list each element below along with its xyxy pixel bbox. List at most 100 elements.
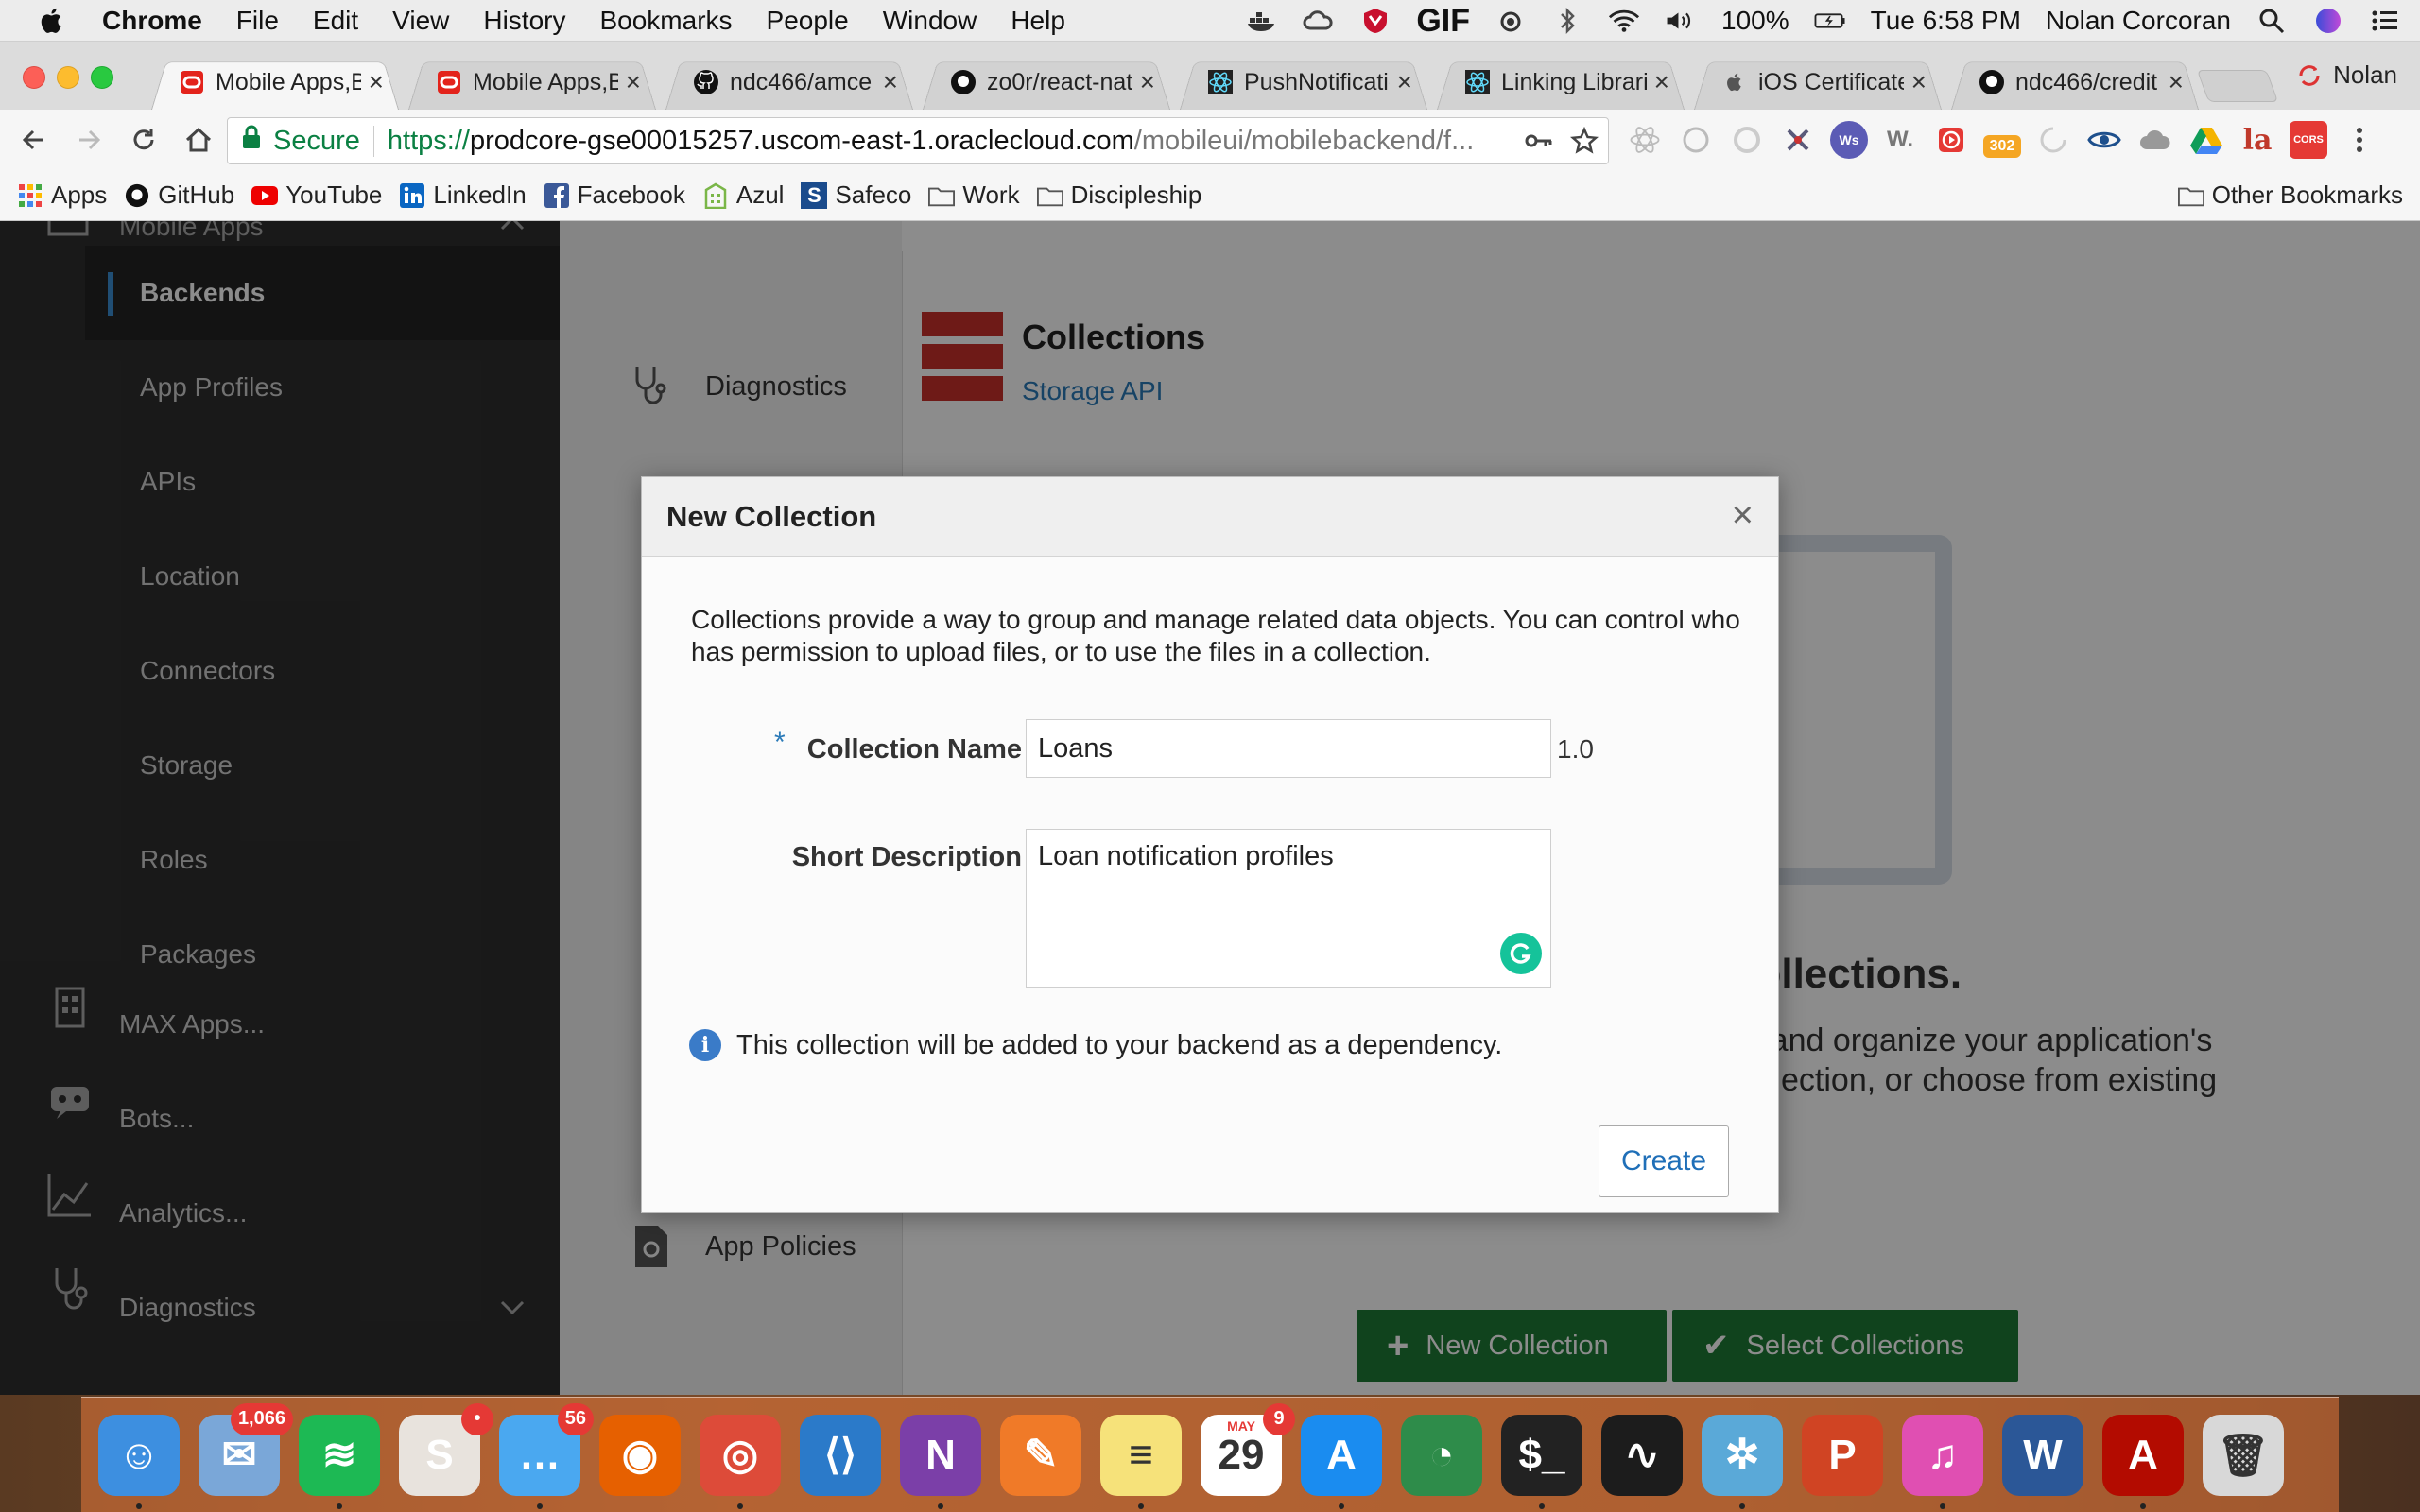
address-bar[interactable]: Secure https:// prodcore-gse00015257.usc… — [227, 117, 1609, 164]
menu-edit[interactable]: Edit — [313, 6, 358, 36]
menu-people[interactable]: People — [767, 6, 849, 36]
siri-icon[interactable] — [2312, 7, 2344, 35]
key-icon[interactable] — [1525, 131, 1553, 150]
notes-icon[interactable]: ≡ — [1100, 1414, 1182, 1509]
youtube-player-icon[interactable] — [1932, 121, 1970, 159]
menu-file[interactable]: File — [236, 6, 279, 36]
tab-close-icon[interactable]: × — [1397, 67, 1412, 97]
tab-linking-libraries[interactable]: Linking Librarie × — [1437, 55, 1685, 110]
profile-button[interactable]: Nolan — [2295, 60, 2397, 90]
tab-react-native-push[interactable]: zo0r/react-nat × — [923, 55, 1170, 110]
battery-icon[interactable] — [1814, 7, 1846, 35]
mail-icon[interactable]: ✉ 1,066 — [199, 1402, 293, 1496]
bookmark-work[interactable]: Work — [928, 180, 1020, 210]
tab-close-icon[interactable]: × — [1654, 67, 1669, 97]
finder-icon[interactable]: ☺ — [98, 1414, 180, 1509]
bookmark-linkedin[interactable]: LinkedIn — [399, 180, 527, 210]
tab-ndc466-credit[interactable]: ndc466/credit × — [1951, 55, 2199, 110]
trash-icon[interactable]: 🗑 — [2203, 1414, 2284, 1496]
creative-cloud-icon[interactable] — [1303, 7, 1335, 35]
mcafee-icon[interactable] — [1359, 7, 1392, 35]
notification-center-icon[interactable] — [2369, 7, 2401, 35]
app-menu-chrome[interactable]: Chrome — [102, 6, 202, 36]
tab-close-icon[interactable]: × — [2169, 67, 2184, 97]
cloud-extension-icon[interactable] — [2136, 121, 2174, 159]
chrome-menu-icon[interactable] — [2341, 121, 2378, 159]
home-button[interactable] — [178, 119, 219, 161]
gif-icon[interactable]: GIF — [1416, 3, 1470, 40]
menu-window[interactable]: Window — [883, 6, 977, 36]
clock[interactable]: Tue 6:58 PM — [1871, 6, 2021, 36]
forward-button[interactable] — [68, 119, 110, 161]
menu-view[interactable]: View — [392, 6, 449, 36]
cors-icon[interactable]: CORS — [2290, 121, 2327, 159]
menu-help[interactable]: Help — [1011, 6, 1065, 36]
minimize-window-button[interactable] — [57, 66, 79, 89]
new-tab-button[interactable] — [2196, 70, 2279, 102]
chrome-icon[interactable]: ◎ — [700, 1414, 781, 1509]
spotlight-search-icon[interactable] — [2256, 7, 2288, 35]
instruments-icon[interactable]: ✎ — [1000, 1414, 1081, 1496]
activity-monitor-icon[interactable]: ∿ — [1601, 1414, 1683, 1496]
la-extension-icon[interactable]: la — [2238, 121, 2276, 159]
grammarly-icon[interactable] — [1500, 933, 1542, 974]
word-icon[interactable]: W — [2002, 1414, 2083, 1496]
tab-ios-certificates[interactable]: iOS Certificate × — [1694, 55, 1942, 110]
menu-history[interactable]: History — [483, 6, 565, 36]
other-bookmarks[interactable]: Other Bookmarks — [2177, 180, 2403, 210]
messages-icon[interactable]: … 56 — [499, 1402, 594, 1509]
tab-close-icon[interactable]: × — [883, 67, 898, 97]
itunes-icon[interactable]: ♫ — [1902, 1414, 1983, 1509]
vscode-icon[interactable]: ⟨⟩ — [800, 1414, 881, 1496]
pinwheel-icon[interactable]: ✲ — [1702, 1414, 1783, 1509]
redirect-302-icon[interactable]: 302 — [1983, 135, 2021, 158]
openai-icon[interactable] — [1677, 121, 1715, 159]
ws-icon[interactable]: Ws — [1830, 121, 1868, 159]
bookmark-azul[interactable]: Azul — [702, 180, 784, 210]
app-store-icon[interactable]: A — [1301, 1414, 1382, 1509]
bookmark-discipleship[interactable]: Discipleship — [1036, 180, 1201, 210]
tab-close-icon[interactable]: × — [1140, 67, 1155, 97]
bookmark-safeco[interactable]: S Safeco — [801, 180, 911, 210]
tools-icon[interactable] — [1779, 121, 1817, 159]
terminal-icon[interactable]: $_ — [1501, 1414, 1582, 1509]
spotify-icon[interactable]: ≋ — [299, 1414, 380, 1509]
tab-mobile-apps-2[interactable]: Mobile Apps,B × — [408, 55, 656, 110]
bookmark-facebook[interactable]: Facebook — [544, 180, 685, 210]
close-window-button[interactable] — [23, 66, 45, 89]
tab-close-icon[interactable]: × — [369, 67, 384, 97]
onenote-icon[interactable]: N — [900, 1414, 981, 1509]
camera-icon[interactable] — [1495, 7, 1527, 35]
bluetooth-icon[interactable] — [1551, 7, 1583, 35]
create-button[interactable]: Create — [1599, 1125, 1729, 1197]
extension-ring-icon[interactable] — [1728, 121, 1766, 159]
tab-ndc466-amce[interactable]: ndc466/amce × — [666, 55, 913, 110]
reload-button[interactable] — [123, 119, 164, 161]
eye-icon[interactable] — [2085, 121, 2123, 159]
zoom-window-button[interactable] — [91, 66, 113, 89]
network-icon[interactable]: ◔ — [1401, 1414, 1482, 1496]
slack-icon[interactable]: S • — [399, 1402, 493, 1496]
tab-close-icon[interactable]: × — [626, 67, 641, 97]
powerpoint-icon[interactable]: P — [1802, 1414, 1883, 1496]
tab-push-notifications[interactable]: PushNotificatio × — [1180, 55, 1427, 110]
loading-icon[interactable] — [2034, 121, 2072, 159]
collection-name-input[interactable]: Loans — [1026, 719, 1551, 778]
short-description-textarea[interactable]: Loan notification profiles — [1026, 829, 1551, 988]
calendar-icon[interactable]: MAY 29 9 — [1201, 1402, 1295, 1496]
apple-menu-icon[interactable] — [36, 5, 68, 37]
tab-mobile-apps-1[interactable]: Mobile Apps,B × — [151, 55, 399, 110]
docker-icon[interactable] — [1246, 7, 1278, 35]
lock-icon[interactable] — [241, 124, 262, 158]
google-drive-icon[interactable] — [2187, 121, 2225, 159]
bookmark-github[interactable]: GitHub — [124, 180, 234, 210]
bookmark-star-icon[interactable] — [1570, 127, 1599, 155]
menu-bookmarks[interactable]: Bookmarks — [599, 6, 732, 36]
react-devtools-icon[interactable] — [1626, 121, 1664, 159]
back-button[interactable] — [13, 119, 55, 161]
bookmark-apps[interactable]: Apps — [17, 180, 107, 210]
volume-icon[interactable] — [1665, 7, 1697, 35]
w-extension-icon[interactable]: W. — [1881, 121, 1919, 159]
bookmark-youtube[interactable]: YouTube — [251, 180, 382, 210]
firefox-icon[interactable]: ◉ — [599, 1414, 681, 1496]
